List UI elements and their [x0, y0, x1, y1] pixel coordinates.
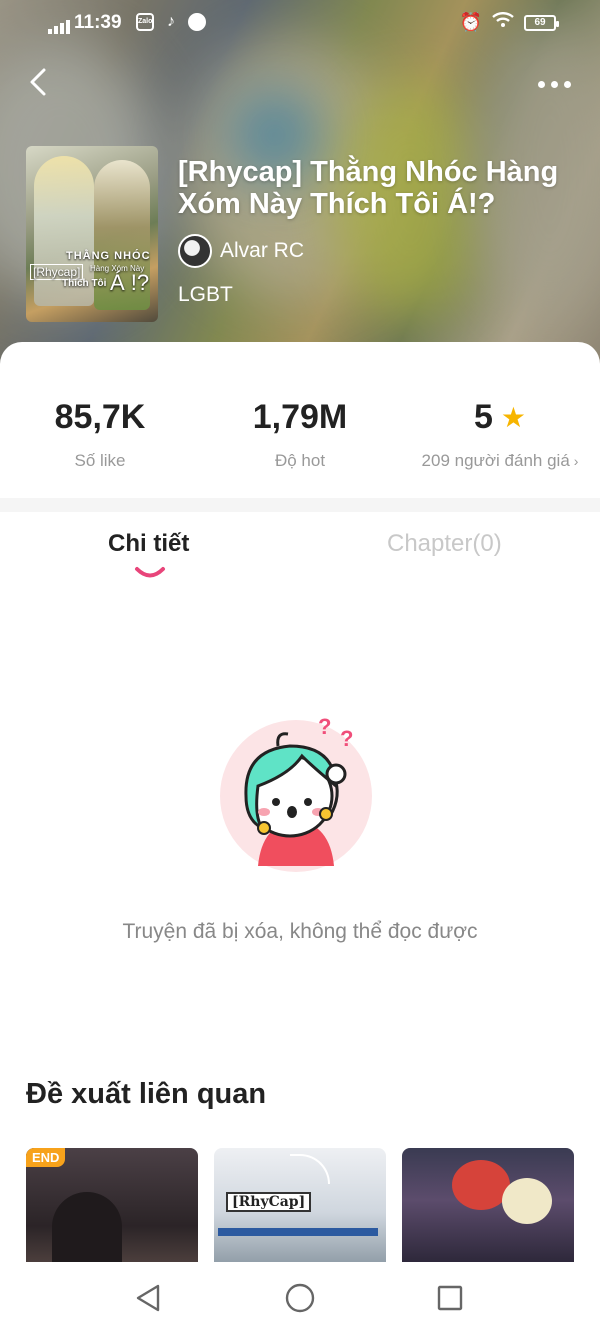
svg-text:?: ?: [340, 726, 353, 751]
nav-recents-icon[interactable]: [434, 1282, 466, 1314]
author-name: Alvar RC: [220, 239, 305, 262]
more-horizontal-icon: [537, 80, 545, 88]
cover-line-text: Thích Tôi: [62, 278, 107, 289]
battery-icon: 69: [524, 14, 559, 31]
hot-stat: 1,79M Độ hot: [220, 398, 380, 471]
status-time: 11:39: [74, 12, 122, 33]
signal-icon: [48, 20, 70, 34]
more-button[interactable]: [534, 70, 574, 98]
alarm-icon: ⏰: [459, 12, 482, 32]
cover-title-text: THẰNG NHÓC: [66, 250, 151, 262]
book-cover: THẰNG NHÓC Hàng Xóm Này [Rhycap] Thích T…: [26, 146, 158, 322]
back-button[interactable]: [22, 64, 58, 100]
likes-stat: 85,7K Số like: [20, 398, 180, 471]
related-card[interactable]: END: [26, 1148, 198, 1278]
chevron-left-icon: [30, 68, 46, 96]
book-header: 11:39 Zalo ♪ ⏰ 69 THẰNG NHÓC Hàng Xóm Nà…: [0, 0, 600, 380]
nav-back-icon[interactable]: [132, 1282, 164, 1314]
tab-details[interactable]: Chi tiết: [108, 530, 189, 558]
hot-value: 1,79M: [252, 398, 348, 436]
tab-active-indicator: [135, 567, 165, 578]
tab-chapters[interactable]: Chapter(0): [387, 530, 502, 558]
author-avatar: [178, 234, 212, 268]
wifi-icon: [492, 12, 514, 33]
nav-home-icon[interactable]: [284, 1282, 316, 1314]
star-icon: ★: [500, 402, 527, 433]
zalo-icon: Zalo: [136, 13, 154, 31]
status-bar: 11:39 Zalo ♪ ⏰ 69: [0, 0, 600, 48]
browser-icon: [188, 13, 206, 31]
tab-bar: Chi tiết Chapter(0): [0, 512, 600, 592]
genre-tag[interactable]: LGBT: [178, 283, 233, 307]
related-list: END [RhyCap]: [26, 1148, 586, 1278]
tiktok-icon: ♪: [167, 13, 175, 30]
rating-count-label: 209 người đánh giá: [421, 451, 570, 470]
detail-sheet: 85,7K Số like 1,79M Độ hot 5 ★ 209 người…: [0, 342, 600, 1333]
stats-row: 85,7K Số like 1,79M Độ hot 5 ★ 209 người…: [0, 342, 600, 498]
chevron-right-icon: ›: [573, 453, 579, 469]
system-nav-bar: [0, 1262, 600, 1333]
likes-label: Số like: [74, 451, 126, 470]
deleted-story-message: Truyện đã bị xóa, không thể đọc được: [122, 920, 478, 943]
svg-text:?: ?: [318, 716, 331, 739]
related-card[interactable]: [RhyCap]: [214, 1148, 386, 1278]
author-link[interactable]: Alvar RC: [178, 234, 304, 268]
cover-mark-text: Á !?: [110, 270, 150, 295]
end-badge: END: [26, 1148, 66, 1167]
rating-stat[interactable]: 5 ★ 209 người đánh giá ›: [410, 398, 590, 471]
rating-value: 5: [473, 398, 493, 436]
hot-label: Độ hot: [274, 451, 326, 470]
likes-value: 85,7K: [54, 398, 146, 436]
related-section-title: Đề xuất liên quan: [26, 1078, 267, 1110]
related-card[interactable]: [402, 1148, 574, 1278]
section-divider: [0, 498, 600, 512]
confused-character-illustration: ? ?: [220, 716, 372, 872]
book-title: [Rhycap] Thằng Nhóc Hàng Xóm Này Thích T…: [178, 156, 559, 220]
related-card-tag: [RhyCap]: [226, 1192, 312, 1212]
